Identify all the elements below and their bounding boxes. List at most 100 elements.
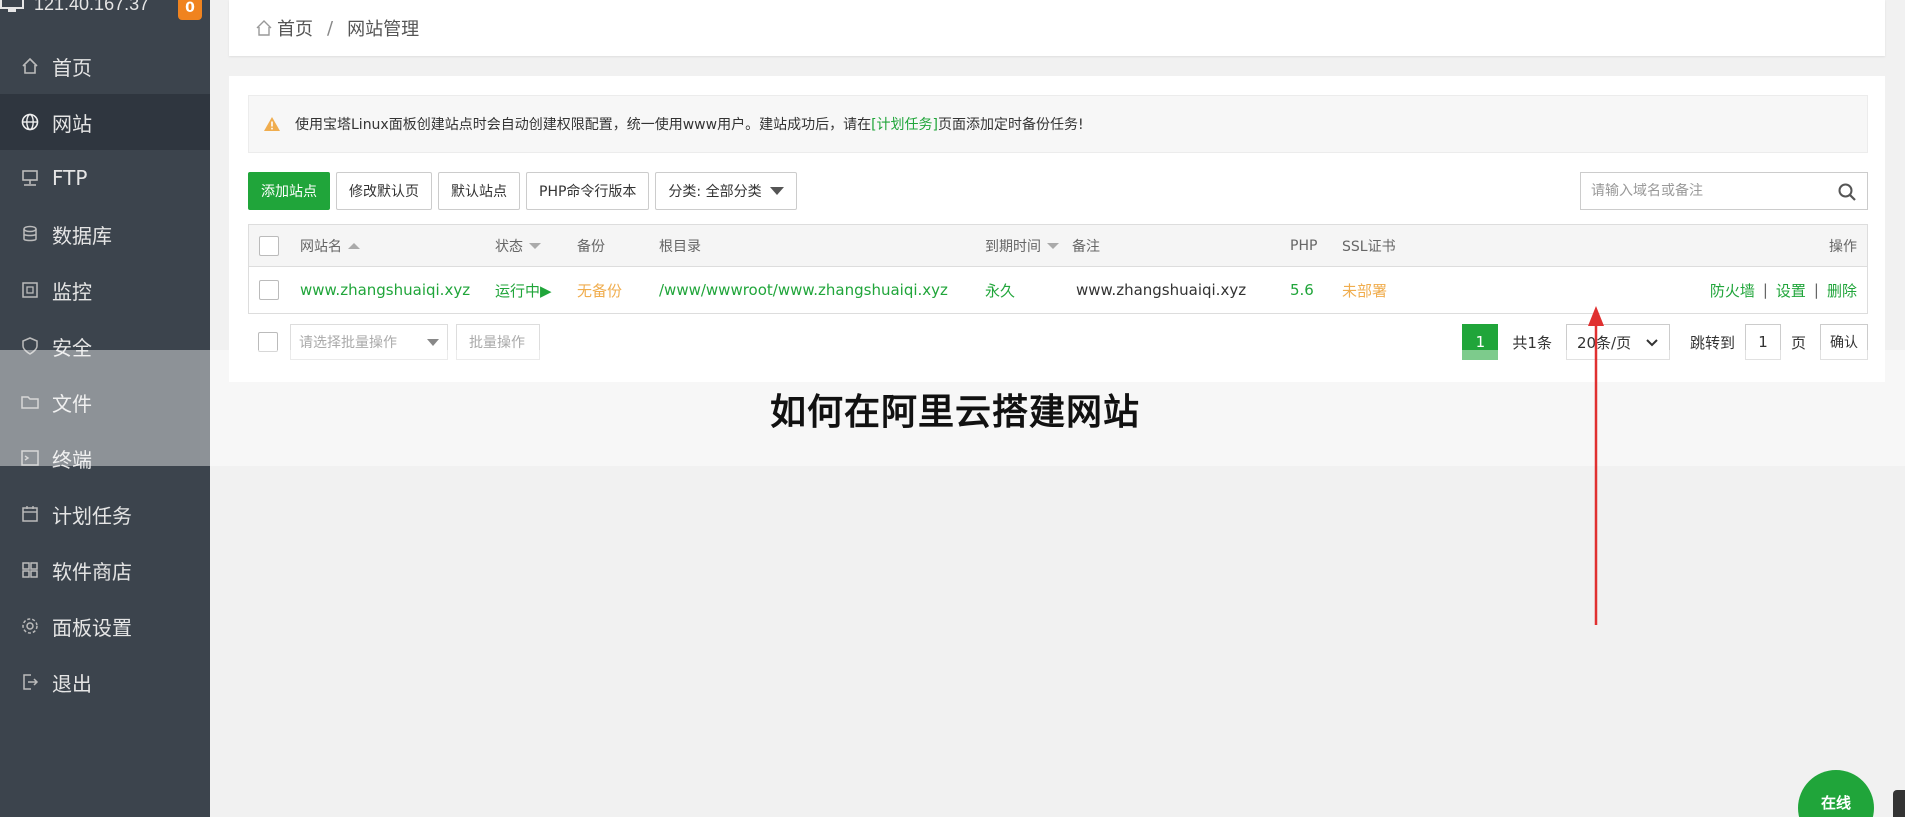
select-all-checkbox[interactable]: [259, 235, 279, 256]
sidebar-item-database[interactable]: 数据库: [0, 206, 210, 262]
notice-text: 使用宝塔Linux面板创建站点时会自动创建权限配置，统一使用www用户。建站成功…: [295, 117, 872, 133]
online-chat-button[interactable]: 在线: [1798, 770, 1874, 817]
sidebar-item-label: 面板设置: [52, 615, 132, 640]
table-row: www.zhangshuaiqi.xyz 运行中▶ 无备份 /www/wwwro…: [249, 267, 1867, 313]
side-tab[interactable]: [1893, 790, 1905, 817]
calendar-icon: [20, 504, 40, 524]
sidebar-item-label: 网站: [52, 111, 92, 136]
sites-table: 网站名 状态 备份 根目录 到期时间 备注 PHP SSL证书 操作 www.z…: [248, 224, 1868, 314]
ftp-icon: [20, 168, 40, 188]
toolbar: 添加站点 修改默认页 默认站点 PHP命令行版本 分类: 全部分类: [248, 172, 803, 210]
col-php-label: PHP: [1290, 237, 1318, 254]
gear-icon: [20, 616, 40, 636]
bulk-action-placeholder: 请选择批量操作: [299, 335, 397, 351]
col-expire-label: 到期时间: [985, 238, 1041, 255]
col-backup-label: 备份: [577, 238, 605, 255]
select-all-cell: [259, 225, 279, 266]
sidebar-item-label: 计划任务: [52, 503, 132, 528]
sort-desc-icon: [1047, 242, 1059, 249]
sidebar-item-monitor[interactable]: 监控: [0, 262, 210, 318]
sidebar-item-label: 退出: [52, 671, 92, 696]
sidebar-item-label: 软件商店: [52, 559, 132, 584]
sidebar-item-store[interactable]: 软件商店: [0, 542, 210, 598]
chat-label: 在线: [1820, 794, 1851, 812]
category-select-label: 分类: 全部分类: [668, 184, 762, 200]
col-name-label: 网站名: [300, 238, 342, 255]
server-ip: 121.40.167.37: [34, 0, 150, 14]
table-header: 网站名 状态 备份 根目录 到期时间 备注 PHP SSL证书 操作: [249, 225, 1867, 267]
sidebar-item-settings[interactable]: 面板设置: [0, 598, 210, 654]
logout-icon: [20, 672, 40, 692]
edit-default-page-button[interactable]: 修改默认页: [336, 172, 432, 210]
search-box: [1580, 172, 1868, 210]
col-actions: 操作: [1829, 225, 1857, 266]
bulk-select-checkbox[interactable]: [258, 332, 278, 352]
add-site-button[interactable]: 添加站点: [248, 172, 330, 210]
monitor-icon: [0, 0, 24, 12]
notice-text-tail: 页面添加定时备份任务!: [938, 117, 1084, 133]
delete-action[interactable]: 删除: [1827, 280, 1857, 301]
col-name[interactable]: 网站名: [300, 225, 360, 266]
col-ssl-label: SSL证书: [1342, 238, 1396, 255]
search-input[interactable]: [1591, 183, 1831, 199]
sidebar-item-website[interactable]: 网站: [0, 94, 210, 150]
warning-icon: [264, 117, 280, 131]
php-cli-version-button[interactable]: PHP命令行版本: [526, 172, 650, 210]
sidebar-item-logout[interactable]: 退出: [0, 654, 210, 710]
site-name-link[interactable]: www.zhangshuaiqi.xyz: [300, 267, 470, 313]
firewall-action[interactable]: 防火墙: [1710, 280, 1755, 301]
site-remark[interactable]: www.zhangshuaiqi.xyz: [1076, 267, 1246, 313]
col-remark-label: 备注: [1072, 238, 1100, 255]
sort-asc-icon: [348, 242, 360, 249]
notification-badge[interactable]: 0: [178, 0, 202, 20]
col-root: 根目录: [659, 225, 701, 266]
col-ssl: SSL证书: [1342, 225, 1396, 266]
row-checkbox[interactable]: [259, 280, 279, 300]
globe-icon: [20, 112, 40, 132]
caret-down-icon: [769, 187, 784, 195]
col-root-label: 根目录: [659, 238, 701, 255]
default-site-button[interactable]: 默认站点: [438, 172, 520, 210]
site-panel: 使用宝塔Linux面板创建站点时会自动创建权限配置，统一使用www用户。建站成功…: [229, 76, 1885, 382]
overlay-title: 如何在阿里云搭建网站: [770, 392, 1141, 433]
site-root-link[interactable]: /www/wwwroot/www.zhangshuaiqi.xyz: [659, 267, 948, 313]
col-status[interactable]: 状态: [495, 225, 541, 266]
action-separator: |: [1813, 281, 1819, 299]
col-actions-label: 操作: [1829, 238, 1857, 255]
caret-down-icon: [427, 339, 439, 346]
apps-icon: [20, 560, 40, 580]
category-select[interactable]: 分类: 全部分类: [655, 172, 797, 210]
site-expire-link[interactable]: 永久: [985, 267, 1015, 313]
home-icon: [20, 56, 40, 76]
sidebar-item-label: 首页: [52, 55, 92, 80]
notice-banner: 使用宝塔Linux面板创建站点时会自动创建权限配置，统一使用www用户。建站成功…: [248, 95, 1868, 153]
row-actions: 防火墙 | 设置 | 删除: [1710, 267, 1857, 313]
site-backup-link[interactable]: 无备份: [577, 267, 622, 313]
cron-task-link[interactable]: [计划任务]: [871, 114, 938, 134]
search-icon[interactable]: [1837, 182, 1857, 202]
site-status-toggle[interactable]: 运行中▶: [495, 267, 552, 313]
site-ssl-status[interactable]: 未部署: [1342, 267, 1387, 313]
monitor-icon: [20, 280, 40, 300]
server-header: 121.40.167.37 0: [0, 0, 210, 24]
home-icon: [256, 20, 272, 36]
sidebar-item-label: FTP: [52, 166, 88, 190]
action-separator: |: [1762, 281, 1768, 299]
chevron-down-icon: [1646, 339, 1658, 347]
site-php-version[interactable]: 5.6: [1290, 267, 1314, 313]
sidebar-item-cron[interactable]: 计划任务: [0, 486, 210, 542]
sidebar-item-ftp[interactable]: FTP: [0, 150, 210, 206]
col-backup: 备份: [577, 225, 605, 266]
breadcrumb-current: 网站管理: [347, 19, 420, 40]
row-select-cell: [259, 267, 279, 313]
breadcrumb: 首页 / 网站管理: [229, 0, 1885, 56]
sidebar-item-home[interactable]: 首页: [0, 38, 210, 94]
annotation-arrow-icon: [1588, 306, 1604, 625]
col-remark: 备注: [1072, 225, 1100, 266]
breadcrumb-home[interactable]: 首页: [277, 15, 313, 41]
breadcrumb-separator: /: [327, 17, 334, 39]
col-expire[interactable]: 到期时间: [985, 225, 1059, 266]
settings-action[interactable]: 设置: [1776, 280, 1806, 301]
sidebar-item-label: 监控: [52, 279, 92, 304]
col-status-label: 状态: [495, 238, 523, 255]
